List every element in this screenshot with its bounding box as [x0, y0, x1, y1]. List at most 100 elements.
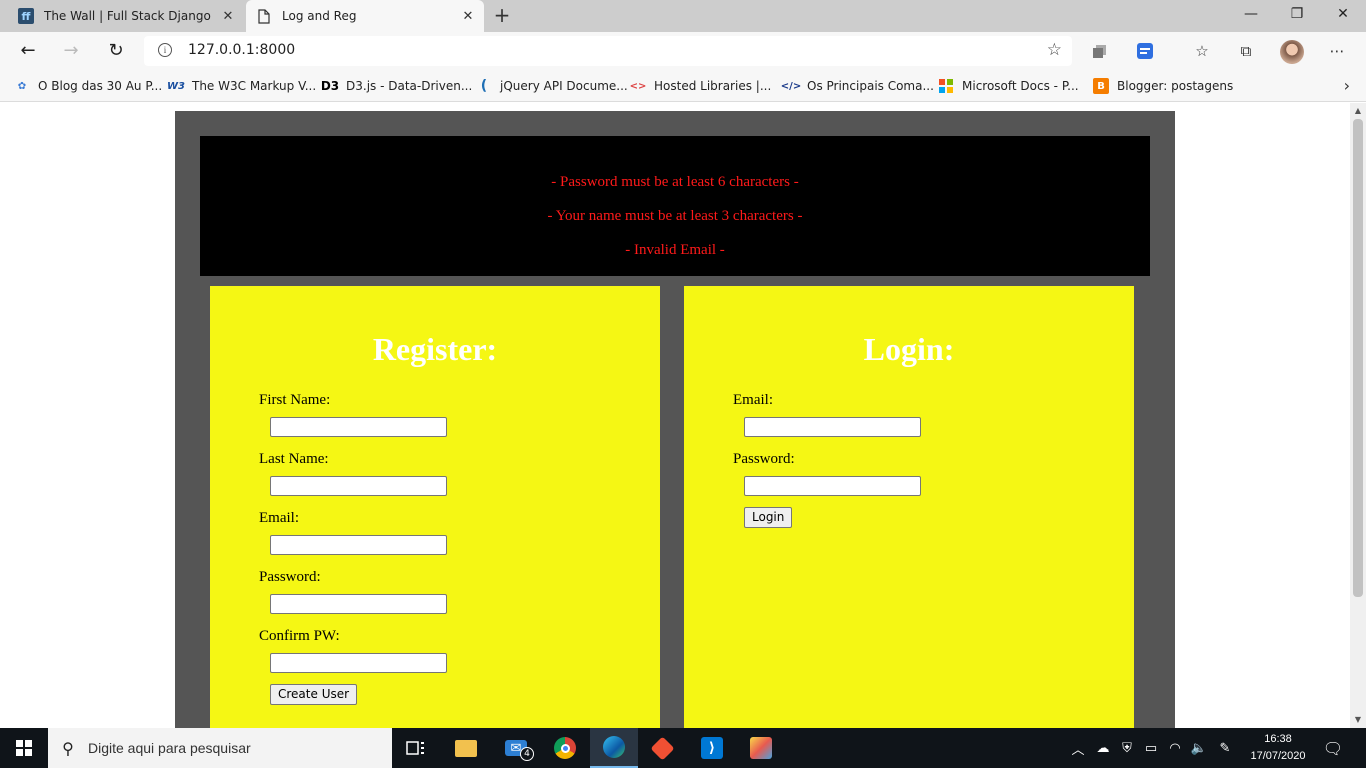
bookmark-item[interactable]: W3 The W3C Markup V... — [167, 77, 316, 95]
paint-icon[interactable] — [737, 728, 785, 768]
favorites-icon[interactable]: ☆ — [1192, 41, 1212, 61]
vscode-icon[interactable]: ⟩ — [688, 728, 736, 768]
profile-avatar[interactable] — [1280, 40, 1304, 64]
scroll-up-icon[interactable]: ▲ — [1350, 103, 1366, 119]
tab-title: Log and Reg — [282, 9, 357, 23]
blogger-icon: B — [1093, 78, 1109, 94]
back-arrow-icon[interactable]: ← — [15, 38, 41, 64]
new-tab-button[interactable]: + — [490, 4, 514, 28]
search-icon: ⚲ — [62, 738, 74, 758]
close-window-button[interactable]: ✕ — [1320, 0, 1366, 32]
password-label: Password: — [259, 569, 321, 585]
mail-badge: 4 — [520, 747, 534, 761]
close-icon[interactable]: ✕ — [458, 9, 478, 24]
chrome-icon[interactable] — [541, 728, 589, 768]
login-email-input[interactable] — [744, 417, 921, 437]
confirm-password-input[interactable] — [270, 653, 447, 673]
minimize-button[interactable]: — — [1228, 0, 1274, 32]
edge-icon[interactable] — [590, 728, 638, 768]
login-heading: Login: — [863, 331, 955, 367]
login-form: Email: Password: Login — [733, 390, 1134, 528]
scroll-thumb[interactable] — [1353, 119, 1363, 597]
login-panel: Login: Email: Password: Login — [684, 286, 1134, 728]
create-user-button[interactable]: Create User — [270, 684, 358, 705]
first-name-label: First Name: — [259, 392, 331, 408]
collections-icon[interactable]: ⧉ — [1236, 41, 1256, 61]
d3-icon: D3 — [320, 79, 340, 93]
security-icon[interactable]: ⛨ — [1116, 728, 1138, 768]
restore-button[interactable]: ❐ — [1274, 0, 1320, 32]
page-wrapper: - Password must be at least 6 characters… — [175, 111, 1175, 728]
bookmark-item[interactable]: B Blogger: postagens — [1093, 77, 1233, 95]
login-button[interactable]: Login — [744, 507, 793, 528]
register-form: First Name: Last Name: Email: Password: … — [259, 390, 660, 705]
task-view-icon[interactable] — [392, 728, 440, 768]
tab-strip: ff The Wall | Full Stack Django ✕ Log an… — [0, 0, 1366, 32]
register-heading: Register: — [372, 331, 498, 367]
bookmark-item[interactable]: Microsoft Docs - P... — [938, 77, 1079, 95]
tab-the-wall[interactable]: ff The Wall | Full Stack Django ✕ — [8, 0, 244, 32]
email-label: Email: — [259, 510, 299, 526]
volume-icon[interactable]: 🔈 — [1188, 728, 1210, 768]
refresh-icon[interactable]: ↻ — [103, 38, 129, 64]
close-icon[interactable]: ✕ — [218, 9, 238, 24]
windows-taskbar: ⚲ Digite aqui para pesquisar ✉ 4 ⟩ ︿ ☁ ⛨… — [0, 728, 1366, 768]
tab-log-and-reg[interactable]: Log and Reg ✕ — [246, 0, 484, 32]
code-icon: </> — [780, 80, 802, 92]
error-messages: - Password must be at least 6 characters… — [200, 136, 1150, 276]
last-name-label: Last Name: — [259, 451, 329, 467]
bookmark-item[interactable]: ( jQuery API Docume... — [476, 77, 628, 95]
bookmark-label: Hosted Libraries |... — [654, 79, 772, 93]
bookmark-item[interactable]: ✿ O Blog das 30 Au P... — [14, 77, 162, 95]
collections-stack-icon[interactable] — [1090, 41, 1110, 61]
register-password-input[interactable] — [270, 594, 447, 614]
bookmark-item[interactable]: </> Os Principais Coma... — [780, 77, 934, 95]
notifications-icon[interactable]: 🗨 — [1318, 728, 1348, 768]
error-message: - Invalid Email - — [625, 242, 725, 258]
first-name-input[interactable] — [270, 417, 447, 437]
chevron-right-icon[interactable]: › — [1344, 76, 1350, 95]
login-password-input[interactable] — [744, 476, 921, 496]
battery-icon[interactable]: ▭ — [1140, 728, 1162, 768]
page-icon — [256, 8, 272, 24]
clock-date: 17/07/2020 — [1250, 750, 1306, 762]
taskbar-clock[interactable]: 16:38 17/07/2020 — [1242, 731, 1314, 765]
w3c-icon: W3 — [167, 80, 185, 92]
bookmark-label: jQuery API Docume... — [500, 79, 628, 93]
register-email-input[interactable] — [270, 535, 447, 555]
file-explorer-icon[interactable] — [442, 728, 490, 768]
bookmark-label: D3.js - Data-Driven... — [346, 79, 473, 93]
mail-icon[interactable]: ✉ 4 — [492, 728, 540, 768]
email-label: Email: — [733, 392, 773, 408]
register-panel: Register: First Name: Last Name: Email: … — [210, 286, 660, 728]
password-label: Password: — [733, 451, 795, 467]
git-icon[interactable] — [638, 728, 686, 768]
bookmark-item[interactable]: <> Hosted Libraries |... — [630, 77, 772, 95]
pen-icon[interactable]: ✎ — [1214, 728, 1236, 768]
onedrive-icon[interactable]: ☁ — [1092, 728, 1114, 768]
star-icon[interactable]: ☆ — [1047, 40, 1062, 60]
jquery-icon: ( — [480, 78, 488, 94]
search-placeholder: Digite aqui para pesquisar — [88, 740, 251, 756]
info-icon[interactable]: i — [158, 43, 172, 57]
page-viewport: - Password must be at least 6 characters… — [0, 103, 1350, 728]
more-menu-icon[interactable]: ⋯ — [1327, 41, 1347, 61]
scroll-down-icon[interactable]: ▼ — [1350, 712, 1366, 728]
blog-icon: ✿ — [17, 80, 27, 92]
tab-title: The Wall | Full Stack Django — [44, 9, 211, 23]
taskbar-search-box[interactable]: ⚲ Digite aqui para pesquisar — [48, 728, 392, 768]
bookmark-label: Blogger: postagens — [1117, 79, 1234, 93]
reading-list-icon[interactable] — [1135, 41, 1155, 61]
address-bar[interactable]: i 127.0.0.1:8000 ☆ — [144, 36, 1072, 66]
vertical-scrollbar[interactable]: ▲ ▼ — [1350, 103, 1366, 728]
bookmarks-bar: ✿ O Blog das 30 Au P... W3 The W3C Marku… — [0, 70, 1366, 102]
bookmark-item[interactable]: D3 D3.js - Data-Driven... — [320, 77, 473, 95]
windows-start-icon[interactable] — [0, 728, 48, 768]
django-icon: ff — [18, 8, 34, 24]
wifi-icon[interactable]: ◠ — [1164, 728, 1186, 768]
microsoft-icon — [938, 78, 954, 94]
forward-arrow-icon[interactable]: → — [58, 38, 84, 64]
last-name-input[interactable] — [270, 476, 447, 496]
tray-chevron-icon[interactable]: ︿ — [1068, 728, 1088, 768]
bookmark-label: Microsoft Docs - P... — [962, 79, 1079, 93]
